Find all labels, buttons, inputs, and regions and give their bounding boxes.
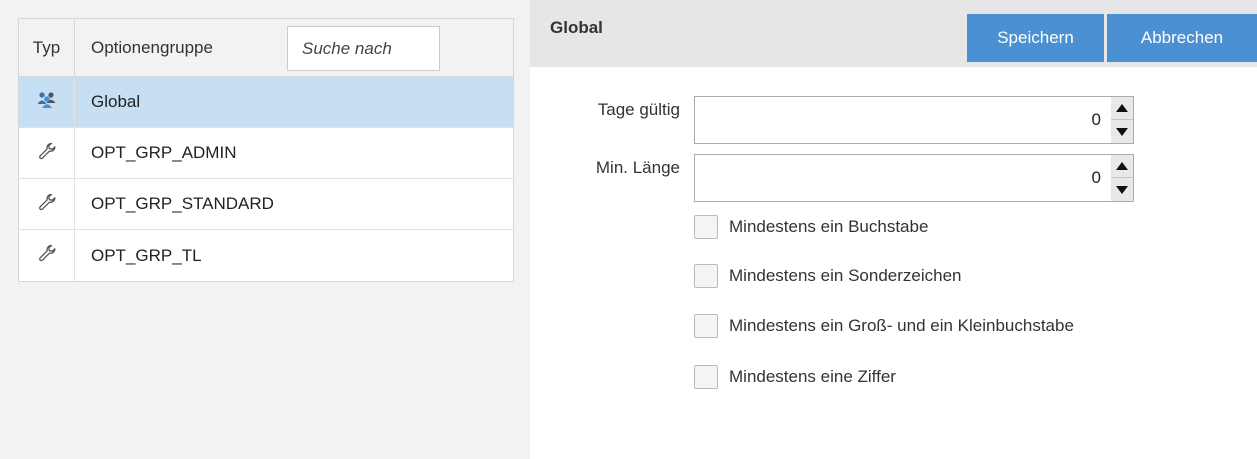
row-name: OPT_GRP_STANDARD [91, 194, 274, 213]
increment-button[interactable] [1111, 155, 1133, 178]
arrow-down-icon [1116, 185, 1128, 194]
letter-checkbox[interactable] [694, 215, 718, 239]
cancel-button[interactable]: Abbrechen [1107, 14, 1257, 62]
row-type-cell [19, 230, 75, 281]
checkbox-row[interactable]: Mindestens eine Ziffer [694, 365, 896, 389]
days-valid-spinner [1111, 97, 1133, 143]
arrow-up-icon [1116, 104, 1128, 112]
arrow-up-icon [1116, 162, 1128, 170]
column-header-group-label: Optionengruppe [91, 37, 213, 57]
checkbox-row[interactable]: Mindestens ein Buchstabe [694, 215, 928, 239]
decrement-button[interactable] [1111, 178, 1133, 201]
wrench-icon [37, 243, 57, 268]
checkbox-label: Mindestens ein Buchstabe [729, 217, 929, 236]
row-type-cell [19, 77, 75, 127]
checkbox-label: Mindestens eine Ziffer [729, 367, 896, 386]
days-valid-value: 0 [1091, 110, 1101, 129]
checkbox-row[interactable]: Mindestens ein Sonderzeichen [694, 264, 961, 288]
days-valid-label: Tage gültig [597, 100, 680, 119]
detail-panel: Global Speichern Abbrechen Tage gültig 0… [530, 0, 1257, 459]
checkbox-label: Mindestens ein Sonderzeichen [729, 266, 962, 285]
row-type-cell [19, 128, 75, 178]
row-name: Global [91, 92, 141, 111]
upper-lower-checkbox[interactable] [694, 314, 718, 338]
table-row[interactable]: OPT_GRP_STANDARD [19, 179, 513, 230]
checkbox-row[interactable]: Mindestens ein Groß- und ein Kleinbuchst… [694, 314, 1074, 338]
row-name: OPT_GRP_ADMIN [91, 143, 237, 162]
decrement-button[interactable] [1111, 120, 1133, 143]
days-valid-stepper[interactable]: 0 [694, 96, 1134, 144]
min-length-value: 0 [1091, 168, 1101, 187]
table-row[interactable]: OPT_GRP_TL [19, 230, 513, 281]
detail-toolbar: Global Speichern Abbrechen [530, 0, 1257, 67]
row-type-cell [19, 179, 75, 229]
detail-title: Global [550, 18, 603, 37]
min-length-stepper[interactable]: 0 [694, 154, 1134, 202]
row-name: OPT_GRP_TL [91, 245, 202, 265]
arrow-down-icon [1116, 127, 1128, 136]
wrench-icon [37, 141, 57, 166]
checkbox-label: Mindestens ein Groß- und ein Kleinbuchst… [729, 316, 1074, 335]
option-group-table: Typ Optionengruppe Suche nach Global OPT… [18, 18, 514, 282]
table-header: Typ Optionengruppe [19, 19, 513, 77]
save-button[interactable]: Speichern [967, 14, 1104, 62]
option-group-panel: Typ Optionengruppe Suche nach Global OPT… [0, 0, 530, 459]
table-row[interactable]: Global [19, 77, 513, 128]
increment-button[interactable] [1111, 97, 1133, 120]
table-row[interactable]: OPT_GRP_ADMIN [19, 128, 513, 179]
search-input[interactable] [287, 26, 440, 71]
special-char-checkbox[interactable] [694, 264, 718, 288]
column-header-group[interactable]: Optionengruppe [75, 19, 513, 76]
column-header-typ[interactable]: Typ [19, 19, 75, 76]
min-length-spinner [1111, 155, 1133, 201]
app-root: Typ Optionengruppe Suche nach Global OPT… [0, 0, 1257, 459]
min-length-label: Min. Länge [595, 158, 680, 177]
users-group-icon [36, 91, 58, 114]
digit-checkbox[interactable] [694, 365, 718, 389]
wrench-icon [37, 192, 57, 217]
